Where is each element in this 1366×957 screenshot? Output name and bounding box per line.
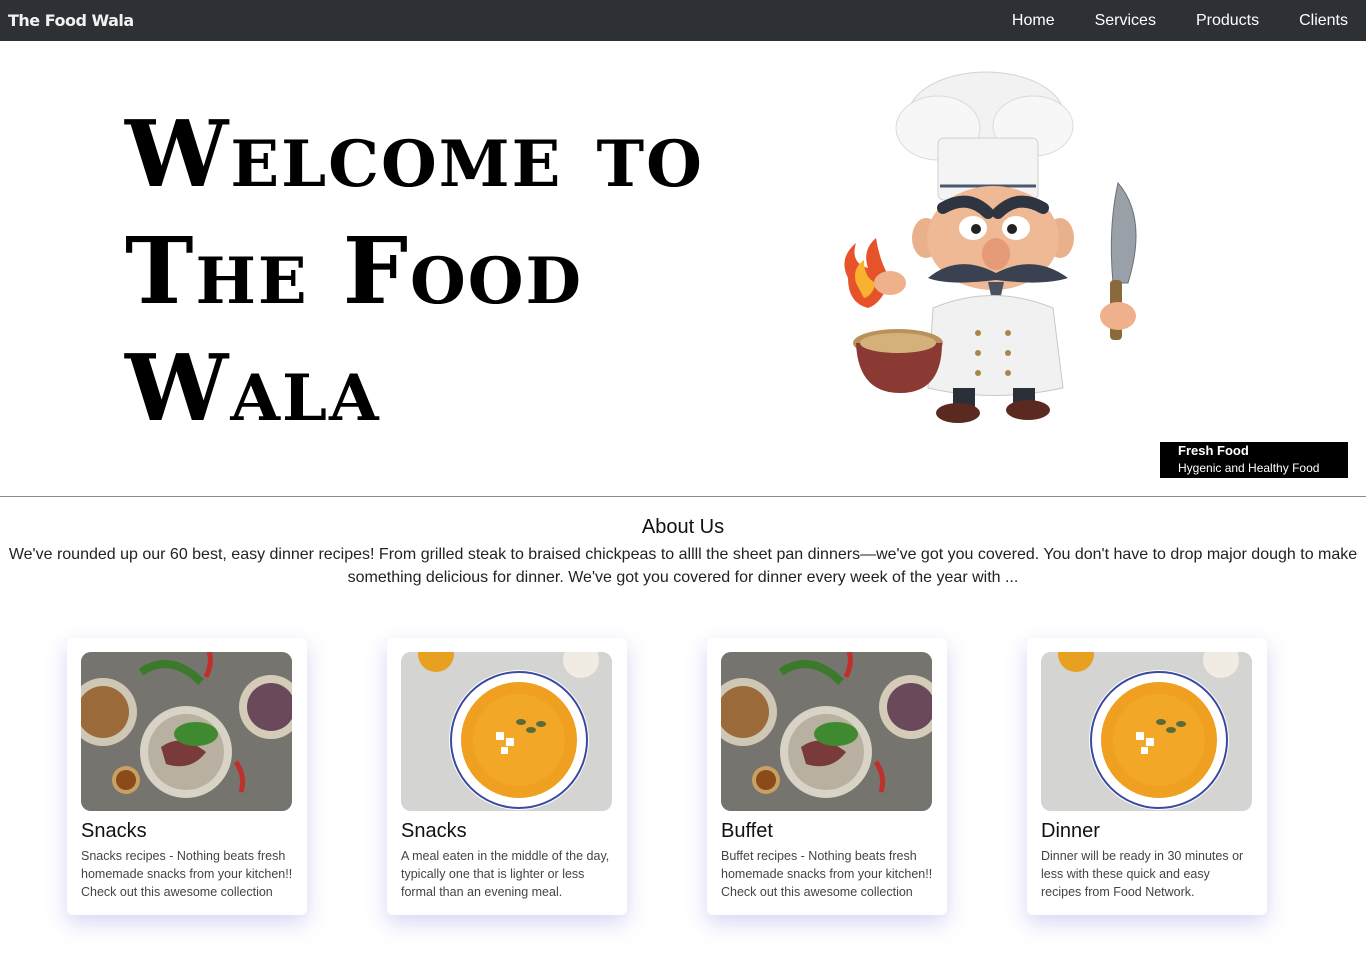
platter-image bbox=[81, 652, 292, 811]
card-text: A meal eaten in the middle of the day, t… bbox=[401, 849, 610, 899]
tag-subtitle: Hygenic and Healthy Food bbox=[1178, 461, 1320, 475]
food-card[interactable]: Dinner Dinner will be ready in 30 minute… bbox=[1027, 638, 1267, 915]
card-text: Buffet recipes - Nothing beats fresh hom… bbox=[721, 849, 933, 899]
nav-clients-link[interactable]: Clients bbox=[1299, 12, 1348, 30]
card-title: Dinner bbox=[1041, 820, 1100, 842]
chef-illustration bbox=[844, 71, 1137, 423]
navbar: The Food Wala Home Services Products Cli… bbox=[0, 0, 1366, 41]
hero-title-line: Welcome to bbox=[125, 100, 704, 208]
soup-image bbox=[1041, 652, 1252, 811]
card-text: Snacks recipes - Nothing beats fresh hom… bbox=[81, 849, 293, 899]
hero-title-line: Wala bbox=[125, 334, 381, 442]
fresh-food-tag: Fresh Food Hygenic and Healthy Food bbox=[1160, 442, 1348, 478]
card-title: Snacks bbox=[81, 820, 147, 842]
nav-services-link[interactable]: Services bbox=[1095, 12, 1156, 30]
soup-image bbox=[401, 652, 612, 811]
nav-links: Home Services Products Clients bbox=[972, 12, 1348, 30]
about-text: We've rounded up our 60 best, easy dinne… bbox=[8, 546, 1358, 586]
section-divider bbox=[0, 496, 1366, 497]
nav-home-link[interactable]: Home bbox=[1012, 12, 1055, 30]
card-title: Buffet bbox=[721, 820, 773, 842]
brand-logo[interactable]: The Food Wala bbox=[8, 11, 134, 30]
food-card[interactable]: Buffet Buffet recipes - Nothing beats fr… bbox=[707, 638, 947, 915]
hero-title-line: The Food bbox=[125, 217, 584, 325]
food-card[interactable]: Snacks A meal eaten in the middle of the… bbox=[387, 638, 627, 915]
about-heading: About Us bbox=[641, 516, 725, 538]
tag-title: Fresh Food bbox=[1178, 443, 1249, 458]
card-title: Snacks bbox=[401, 820, 467, 842]
hero-title: Welcome to The Food Wala bbox=[125, 96, 825, 447]
platter-image bbox=[721, 652, 932, 811]
nav-products-link[interactable]: Products bbox=[1196, 12, 1259, 30]
food-card[interactable]: Snacks Snacks recipes - Nothing beats fr… bbox=[67, 638, 307, 915]
card-text: Dinner will be ready in 30 minutes or le… bbox=[1041, 849, 1244, 899]
